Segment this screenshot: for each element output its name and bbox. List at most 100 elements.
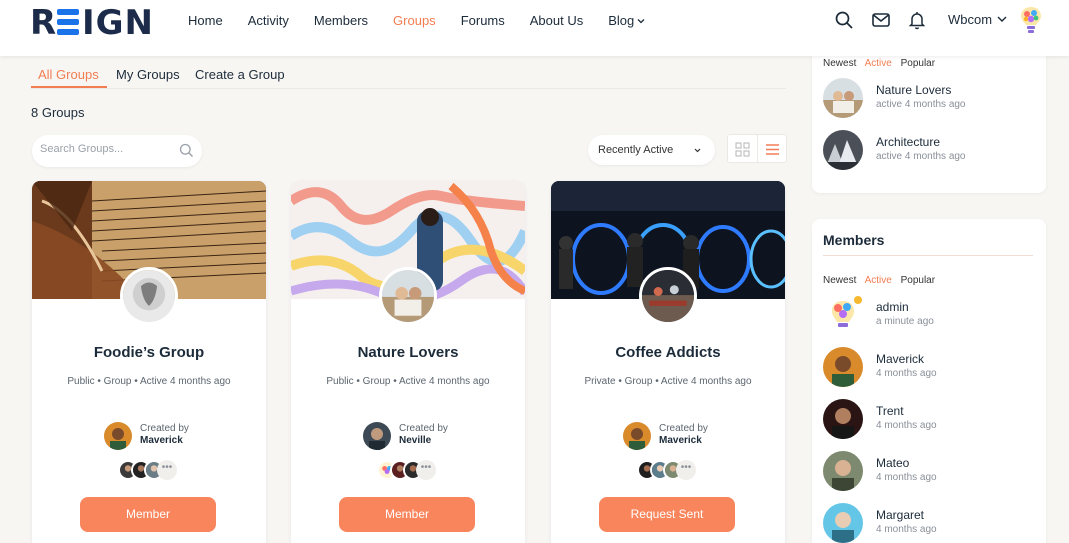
search-icon[interactable] — [834, 10, 854, 30]
reign-logo: R IGN — [30, 3, 153, 43]
group-members-avatars: ••• — [637, 460, 717, 480]
group-name[interactable]: Coffee Addicts — [551, 344, 785, 361]
group-avatar[interactable] — [120, 267, 178, 325]
search-input[interactable] — [40, 143, 170, 155]
group-avatar[interactable] — [639, 267, 697, 325]
member-last-active: 4 months ago — [876, 420, 937, 431]
chevron-down-icon — [694, 148, 701, 153]
member-avatar[interactable] — [823, 503, 863, 543]
request-sent-button[interactable]: Request Sent — [599, 497, 735, 532]
groups-subnav: All Groups My Groups Create a Group — [31, 58, 786, 89]
creator-name[interactable]: Maverick — [140, 435, 183, 446]
online-status-icon — [854, 296, 862, 304]
tab-active[interactable]: Active — [865, 58, 892, 69]
group-name[interactable]: Architecture — [876, 135, 940, 149]
member-last-active: a minute ago — [876, 316, 934, 327]
group-creator: Created by Maverick — [104, 422, 224, 450]
group-meta: Public • Group • Active 4 months ago — [326, 376, 490, 387]
member-avatar[interactable] — [823, 347, 863, 387]
creator-name[interactable]: Maverick — [659, 435, 702, 446]
creator-avatar[interactable] — [104, 422, 132, 450]
search-icon[interactable] — [179, 143, 194, 158]
group-activity: active 4 months ago — [876, 151, 966, 162]
tab-newest[interactable]: Newest — [823, 275, 856, 286]
group-name[interactable]: Foodie’s Group — [32, 344, 266, 361]
creator-avatar[interactable] — [623, 422, 651, 450]
members-widget-title: Members — [823, 232, 885, 248]
groups-widget-tabs: Newest Active Popular — [823, 58, 941, 69]
list-item: Trent 4 months ago — [823, 399, 1033, 439]
member-button[interactable]: Member — [80, 497, 216, 532]
view-toggle-divider — [757, 135, 758, 163]
group-meta: Private • Group • Active 4 months ago — [584, 376, 752, 387]
view-toggle — [727, 134, 787, 163]
member-last-active: 4 months ago — [876, 524, 937, 535]
group-activity: active 4 months ago — [876, 99, 966, 110]
member-name[interactable]: Maverick — [876, 352, 924, 366]
user-avatar[interactable] — [1017, 5, 1045, 35]
group-name[interactable]: Nature Lovers — [876, 83, 951, 97]
nav-groups[interactable]: Groups — [393, 13, 436, 28]
group-creator: Created by Maverick — [623, 422, 743, 450]
active-tab-underline — [31, 86, 107, 88]
list-item: Maverick 4 months ago — [823, 347, 1033, 387]
nav-activity[interactable]: Activity — [248, 13, 289, 28]
tab-my-groups[interactable]: My Groups — [116, 67, 180, 82]
chevron-down-icon — [997, 16, 1007, 22]
member-name[interactable]: Margaret — [876, 508, 924, 522]
created-by-label: Created by — [140, 423, 189, 434]
group-avatar[interactable] — [379, 267, 437, 325]
groups-count: 8 Groups — [31, 105, 85, 120]
title-divider — [823, 255, 1033, 256]
nav-about-us[interactable]: About Us — [530, 13, 583, 28]
main-nav: Home Activity Members Groups Forums Abou… — [188, 0, 646, 40]
member-name[interactable]: admin — [876, 300, 909, 314]
members-widget: Members Newest Active Popular admin a mi… — [812, 219, 1046, 543]
tab-newest[interactable]: Newest — [823, 58, 856, 69]
more-members-icon[interactable]: ••• — [416, 460, 436, 480]
more-members-icon[interactable]: ••• — [157, 460, 177, 480]
tab-create-group[interactable]: Create a Group — [195, 67, 285, 82]
sort-select[interactable]: Recently Active — [588, 135, 715, 165]
bell-icon[interactable] — [907, 10, 927, 30]
mail-icon[interactable] — [871, 10, 891, 30]
member-avatar[interactable] — [823, 451, 863, 491]
site-logo[interactable]: R IGN — [30, 3, 154, 49]
nav-members[interactable]: Members — [314, 13, 368, 28]
member-button[interactable]: Member — [339, 497, 475, 532]
group-name[interactable]: Nature Lovers — [291, 344, 525, 361]
group-members-avatars: ••• — [118, 460, 198, 480]
tab-popular[interactable]: Popular — [901, 58, 935, 69]
nav-home[interactable]: Home — [188, 13, 223, 28]
chevron-down-icon — [637, 18, 645, 23]
list-view-icon[interactable] — [765, 143, 780, 156]
member-name[interactable]: Mateo — [876, 456, 909, 470]
more-members-icon[interactable]: ••• — [676, 460, 696, 480]
site-header: R IGN Home Activity Members Groups Forum… — [0, 0, 1069, 56]
tab-active[interactable]: Active — [865, 275, 892, 286]
tab-all-groups[interactable]: All Groups — [38, 67, 99, 82]
nav-blog[interactable]: Blog — [608, 13, 646, 28]
grid-view-icon[interactable] — [735, 142, 750, 157]
group-avatar[interactable] — [823, 78, 863, 118]
nav-blog-label: Blog — [608, 12, 635, 28]
creator-name[interactable]: Neville — [399, 435, 431, 446]
creator-avatar[interactable] — [363, 422, 391, 450]
member-last-active: 4 months ago — [876, 368, 937, 379]
members-widget-tabs: Newest Active Popular — [823, 275, 941, 286]
group-card: Nature Lovers Public • Group • Active 4 … — [291, 181, 525, 543]
group-meta: Public • Group • Active 4 months ago — [67, 376, 231, 387]
list-item: admin a minute ago — [823, 295, 1033, 335]
member-name[interactable]: Trent — [876, 404, 904, 418]
user-name: Wbcom — [948, 12, 993, 27]
created-by-label: Created by — [399, 423, 448, 434]
sort-label: Recently Active — [598, 144, 674, 156]
member-avatar[interactable] — [823, 399, 863, 439]
nav-forums[interactable]: Forums — [461, 13, 505, 28]
group-avatar[interactable] — [823, 130, 863, 170]
list-item: Margaret 4 months ago — [823, 503, 1033, 543]
user-menu[interactable]: Wbcom — [948, 12, 1008, 27]
group-members-avatars: ••• — [377, 460, 457, 480]
groups-widget: Newest Active Popular Nature Lovers acti… — [812, 46, 1046, 193]
tab-popular[interactable]: Popular — [901, 275, 935, 286]
